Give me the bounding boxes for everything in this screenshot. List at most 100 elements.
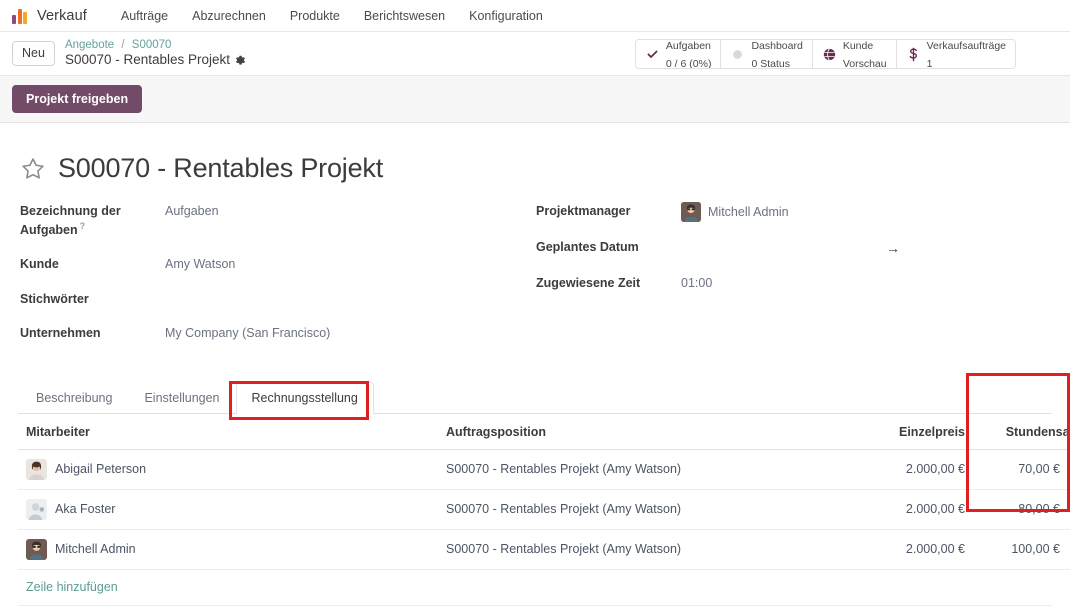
app-root: Verkauf Aufträge Abzurechnen Produkte Be…	[0, 0, 1070, 612]
cell-einzelpreis[interactable]: 2.000,00 €	[838, 489, 973, 530]
cell-mitarbeiter[interactable]: Aka Foster	[18, 489, 438, 530]
field-unternehmen: Unternehmen My Company (San Francisco)	[20, 324, 536, 342]
breadcrumb-top: Angebote / S00070	[65, 38, 246, 52]
app-name[interactable]: Verkauf	[37, 8, 87, 24]
column-header-auftragsposition[interactable]: Auftragsposition	[438, 413, 838, 450]
star-outline-icon[interactable]	[20, 156, 46, 182]
hourly-rate-value: 100,00 €	[1011, 542, 1060, 557]
stat-label: Verkaufsaufträge	[926, 39, 1006, 52]
breadcrumb-current-title: S00070 - Rentables Projekt	[64, 52, 231, 68]
field-value-wrapper[interactable]: →	[681, 238, 900, 258]
column-header-einzelpreis[interactable]: Einzelpreis	[838, 413, 973, 450]
cell-stundensatz[interactable]: 100,00 €	[973, 529, 1070, 570]
field-value: 01:00	[681, 276, 713, 291]
notebook: Beschreibung Einstellungen Rechnungsstel…	[18, 372, 1070, 612]
check-icon	[645, 48, 660, 61]
tab-beschreibung[interactable]: Beschreibung	[20, 382, 128, 414]
tab-einstellungen[interactable]: Einstellungen	[128, 382, 235, 414]
table-head: Mitarbeiter Auftragsposition Einzelpreis…	[18, 413, 1070, 450]
cell-einzelpreis[interactable]: 2.000,00 €	[838, 529, 973, 570]
employee-name: Mitchell Admin	[55, 542, 136, 557]
field-value[interactable]: Aufgaben	[165, 202, 219, 220]
record-title-row: S00070 - Rentables Projekt	[20, 153, 1052, 184]
breadcrumb-separator: /	[121, 38, 125, 51]
avatar	[26, 538, 47, 560]
field-value: Mitchell Admin	[708, 204, 789, 219]
cell-stundensatz[interactable]: 80,00 €	[973, 489, 1070, 530]
avatar	[26, 458, 47, 480]
help-text-block: Legen Sie den Satz fest, zu dem die Zeit…	[18, 604, 1052, 612]
cell-einzelpreis[interactable]: 2.000,00 €	[838, 449, 973, 490]
record-sheet: S00070 - Rentables Projekt Bezeichnung d…	[0, 123, 1070, 612]
employee-name: Aka Foster	[55, 502, 116, 517]
dollar-icon	[906, 47, 921, 62]
field-value-wrapper[interactable]: Mitchell Admin	[681, 202, 789, 222]
field-label-text: Bezeichnung der Aufgaben	[20, 204, 121, 238]
field-label: Geplantes Datum	[536, 240, 639, 254]
field-stichwoerter: Stichwörter	[20, 290, 536, 308]
table-row[interactable]: Abigail Peterson S00070 - Rentables Proj…	[18, 449, 1070, 490]
stat-button-verkaufsauftraege[interactable]: Verkaufsaufträge 1	[896, 39, 1015, 69]
breadcrumb: Angebote / S00070 S00070 - Rentables Pro…	[65, 38, 246, 69]
nav-item-berichtswesen[interactable]: Berichtswesen	[352, 5, 457, 27]
arrow-right-icon: →	[886, 240, 900, 256]
cell-auftragsposition[interactable]: S00070 - Rentables Projekt (Amy Watson)	[438, 489, 838, 530]
form-grid: Bezeichnung der Aufgaben? Aufgaben Kunde…	[20, 202, 1052, 358]
tab-rechnungsstellung[interactable]: Rechnungsstellung	[235, 381, 374, 414]
add-line-link[interactable]: Zeile hinzufügen	[18, 570, 126, 605]
field-kunde: Kunde Amy Watson	[20, 255, 536, 273]
cell-stundensatz[interactable]: 70,00 €	[973, 449, 1070, 490]
field-bezeichnung-der-aufgaben: Bezeichnung der Aufgaben? Aufgaben	[20, 202, 536, 239]
page-title: S00070 - Rentables Projekt	[58, 153, 383, 183]
field-geplantes-datum: Geplantes Datum →	[536, 238, 1052, 258]
cell-auftragsposition[interactable]: S00070 - Rentables Projekt (Amy Watson)	[438, 449, 838, 490]
field-label: Projektmanager	[536, 204, 631, 218]
field-label: Stichwörter	[20, 291, 89, 306]
form-column-right: Projektmanager Mitchell Admin Geplantes …	[536, 202, 1052, 358]
odoo-bars-logo-icon[interactable]	[12, 8, 29, 24]
field-zugewiesene-zeit: Zugewiesene Zeit 01:00	[536, 274, 1052, 292]
hourly-rate-value: 70,00 €	[1018, 462, 1060, 477]
stat-value: 0 Status	[751, 58, 790, 69]
column-header-stundensatz[interactable]: Stundensatz	[973, 413, 1070, 450]
stat-buttons-group: Aufgaben 0 / 6 (0%) Dashboard 0 Status K…	[634, 39, 1016, 69]
breadcrumb-parent-link[interactable]: Angebote	[65, 39, 114, 51]
notebook-tabs: Beschreibung Einstellungen Rechnungsstel…	[18, 381, 1052, 414]
nav-item-auftraege[interactable]: Aufträge	[109, 5, 180, 27]
breadcrumb-bottom: S00070 - Rentables Projekt	[65, 52, 246, 69]
top-navbar: Verkauf Aufträge Abzurechnen Produkte Be…	[0, 0, 1070, 32]
nav-item-produkte[interactable]: Produkte	[278, 5, 352, 27]
stat-value: Vorschau	[842, 58, 887, 69]
hourly-rate-value: 80,00 €	[1018, 502, 1060, 517]
table-row[interactable]: Aka Foster S00070 - Rentables Projekt (A…	[18, 489, 1070, 530]
cell-mitarbeiter[interactable]: Mitchell Admin	[18, 529, 438, 570]
projekt-freigeben-button[interactable]: Projekt freigeben	[12, 85, 143, 113]
table-header-row: Mitarbeiter Auftragsposition Einzelpreis…	[18, 413, 1070, 450]
table-row[interactable]: Mitchell Admin S00070 - Rentables Projek…	[18, 529, 1070, 570]
table-body: Abigail Peterson S00070 - Rentables Proj…	[18, 449, 1070, 570]
circle-icon	[730, 49, 745, 60]
nav-item-abzurechnen[interactable]: Abzurechnen	[180, 5, 278, 27]
stat-button-dashboard[interactable]: Dashboard 0 Status	[721, 40, 813, 69]
stat-label: Aufgaben	[665, 39, 711, 52]
field-value[interactable]: My Company (San Francisco)	[165, 324, 330, 342]
cell-mitarbeiter[interactable]: Abigail Peterson	[18, 449, 438, 490]
stat-button-kunde-vorschau[interactable]: Kunde Vorschau	[812, 39, 897, 69]
breadcrumb-record-code[interactable]: S00070	[132, 39, 172, 51]
invoicing-table: Mitarbeiter Auftragsposition Einzelpreis…	[18, 413, 1070, 570]
stat-label: Kunde	[842, 39, 874, 52]
column-header-mitarbeiter[interactable]: Mitarbeiter	[18, 413, 438, 450]
field-label: Unternehmen	[20, 325, 101, 340]
action-bar: Projekt freigeben	[0, 76, 1070, 123]
stat-button-aufgaben[interactable]: Aufgaben 0 / 6 (0%)	[635, 39, 722, 69]
stat-value: 1	[926, 58, 933, 69]
field-value[interactable]: Amy Watson	[165, 255, 235, 273]
gear-icon[interactable]	[235, 55, 246, 66]
field-label: Kunde	[20, 257, 59, 272]
stat-value: 0 / 6 (0%)	[665, 58, 712, 69]
nav-item-konfiguration[interactable]: Konfiguration	[457, 5, 555, 27]
help-tooltip-icon[interactable]: ?	[80, 221, 86, 231]
new-record-button[interactable]: Neu	[12, 41, 55, 66]
cell-auftragsposition[interactable]: S00070 - Rentables Projekt (Amy Watson)	[438, 529, 838, 570]
avatar	[681, 202, 701, 222]
